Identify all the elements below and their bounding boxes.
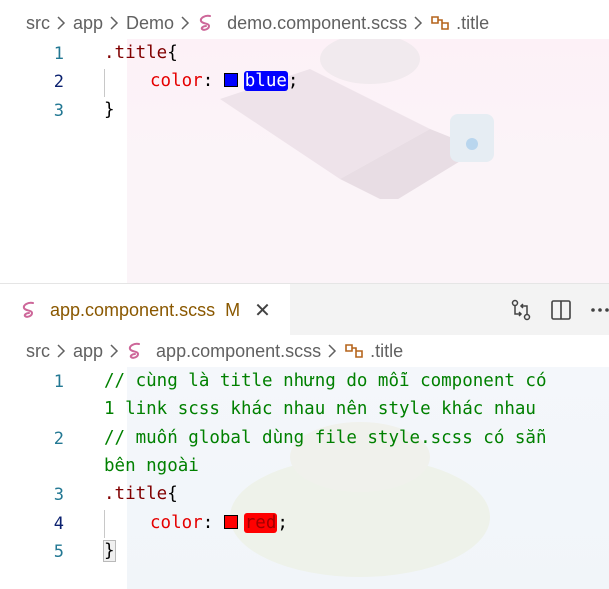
css-selector: .title — [104, 43, 168, 63]
code-line: color: red; — [150, 513, 288, 533]
breadcrumb-file[interactable]: app.component.scss — [156, 341, 321, 362]
indent-guide — [104, 69, 105, 97]
code-comment: bên ngoài — [104, 456, 199, 476]
code-line: .title{ — [104, 484, 178, 504]
chevron-right-icon — [57, 16, 66, 30]
chevron-right-icon — [110, 344, 119, 358]
color-swatch[interactable] — [223, 515, 238, 529]
semicolon: ; — [277, 513, 288, 533]
background-illustration — [220, 39, 494, 199]
css-property: color — [150, 513, 203, 533]
breadcrumb-top: src app Demo demo.component.scss .title — [0, 7, 609, 39]
breadcrumb-demo[interactable]: Demo — [126, 13, 174, 34]
code-comment: // muốn global dùng file style.scss có s… — [104, 428, 547, 448]
colon: : — [202, 71, 224, 91]
code-comment: 1 link scss khác nhau nên style khác nha… — [104, 399, 536, 419]
chevron-right-icon — [110, 16, 119, 30]
line-number-active: 2 — [53, 72, 64, 92]
chevron-right-icon — [181, 16, 190, 30]
line-number: 3 — [53, 485, 64, 505]
chevron-right-icon — [57, 344, 66, 358]
line-number-active: 4 — [53, 514, 64, 534]
line-number: 1 — [53, 372, 64, 392]
more-actions-icon[interactable] — [588, 298, 609, 322]
line-number: 2 — [53, 429, 64, 449]
breadcrumb-app[interactable]: app — [73, 13, 103, 34]
breadcrumb-symbol[interactable]: .title — [370, 341, 403, 362]
open-brace: { — [167, 43, 178, 63]
css-property: color — [150, 71, 203, 91]
symbol-class-icon — [345, 344, 363, 358]
css-value: red — [243, 513, 278, 533]
css-selector: .title — [104, 484, 168, 504]
breadcrumb-symbol[interactable]: .title — [456, 13, 489, 34]
indent-guide — [104, 510, 105, 538]
sass-file-icon — [22, 301, 34, 318]
line-number: 3 — [53, 101, 64, 121]
close-icon[interactable]: ✕ — [254, 298, 271, 323]
sass-file-icon — [199, 14, 212, 31]
code-line: color: blue; — [150, 71, 298, 91]
tab-label: app.component.scss — [50, 299, 216, 320]
breadcrumb-src[interactable]: src — [26, 13, 50, 34]
close-brace: } — [104, 100, 115, 120]
colon: : — [202, 513, 224, 533]
editor-tab-bar: app.component.scss M ✕ — [0, 283, 609, 336]
color-swatch[interactable] — [223, 73, 238, 87]
editor-bottom[interactable]: 1 2 3 4 5 // cùng là title nhưng do mỗi … — [0, 367, 609, 589]
css-value: blue — [243, 71, 288, 91]
sass-file-icon — [128, 342, 141, 359]
chevron-right-icon — [328, 344, 337, 358]
close-brace: } — [103, 540, 116, 562]
code-line: .title{ — [104, 43, 178, 63]
code-line: } — [104, 100, 115, 120]
compare-changes-icon[interactable] — [509, 298, 533, 322]
breadcrumb-bottom: src app app.component.scss .title — [0, 335, 609, 367]
editor-top[interactable]: 1 2 3 .title{ color: blue; } — [0, 39, 609, 283]
breadcrumb-file[interactable]: demo.component.scss — [227, 13, 407, 34]
code-line: } — [103, 540, 116, 562]
chevron-right-icon — [414, 16, 423, 30]
semicolon: ; — [287, 71, 299, 91]
breadcrumb-src[interactable]: src — [26, 341, 50, 362]
line-number: 1 — [53, 44, 64, 64]
breadcrumb-app[interactable]: app — [73, 341, 103, 362]
symbol-class-icon — [431, 16, 449, 30]
split-editor-icon[interactable] — [549, 298, 573, 322]
tab-app-component-scss[interactable]: app.component.scss M ✕ — [0, 284, 290, 336]
modified-indicator: M — [225, 299, 241, 320]
open-brace: { — [167, 484, 178, 504]
code-comment: // cùng là title nhưng do mỗi component … — [104, 371, 547, 391]
line-number: 5 — [53, 542, 64, 562]
